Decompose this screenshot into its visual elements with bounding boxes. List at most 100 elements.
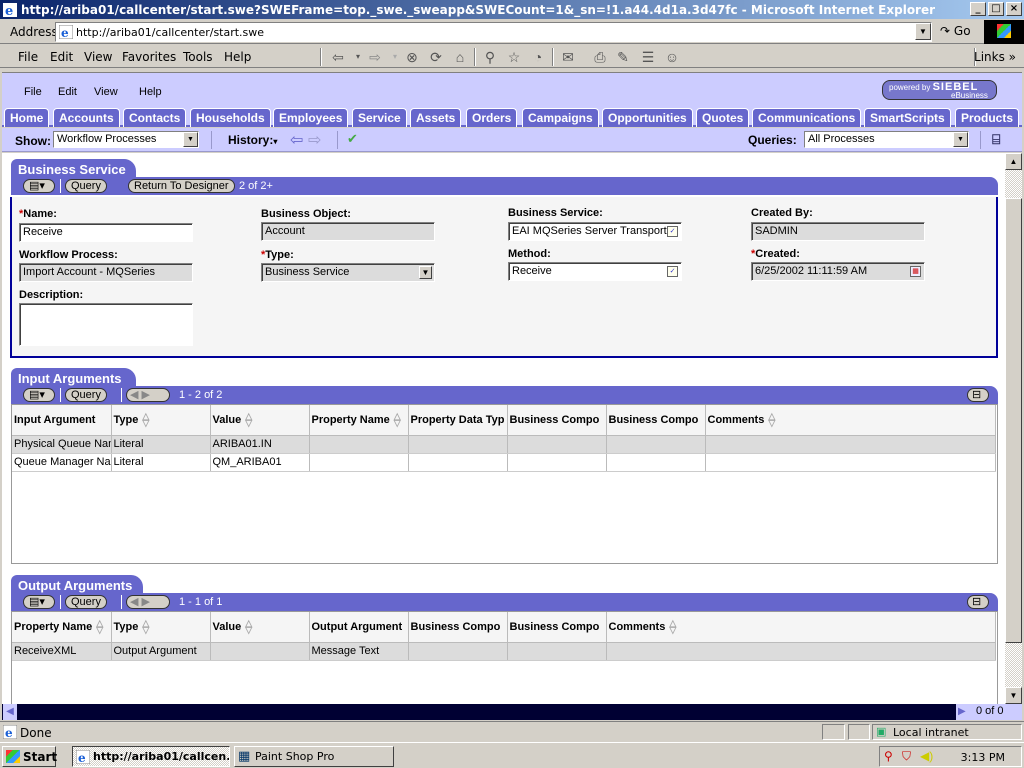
maximize-button[interactable]: □ (988, 2, 1004, 16)
task-ie[interactable]: e http://ariba01/callcen... (72, 746, 230, 767)
ie-menu-help[interactable]: Help (224, 50, 251, 64)
history-button[interactable]: History:▾ (228, 133, 277, 147)
table-cell[interactable] (705, 453, 996, 472)
sort-icon[interactable]: △ ▽ (768, 411, 775, 427)
column-header[interactable]: Property Name △ ▽ (309, 405, 409, 436)
siebel-menu-file[interactable]: File (24, 86, 42, 98)
refresh-icon[interactable]: ⟳ (428, 49, 444, 65)
tab-products[interactable]: Products (955, 108, 1020, 127)
sort-icon[interactable]: △ ▽ (669, 618, 676, 634)
messenger-icon[interactable]: ☺ (664, 49, 680, 65)
column-header[interactable]: Property Data Typ (408, 405, 508, 436)
search-tray-icon[interactable]: ⚲ (884, 749, 893, 763)
table-cell[interactable]: QM_ARIBA01 (210, 453, 310, 472)
pick-list-icon[interactable]: ✓ (667, 266, 678, 277)
table-cell[interactable] (408, 453, 508, 472)
table-cell[interactable] (309, 453, 409, 472)
table-row[interactable]: ReceiveXML Output Argument Message Text (12, 642, 996, 661)
start-button[interactable]: Start (2, 746, 57, 767)
column-header[interactable]: Value △ ▽ (210, 612, 310, 643)
favorites-icon[interactable]: ☆ (506, 49, 522, 65)
table-cell[interactable] (408, 435, 508, 454)
print-icon[interactable]: ⎙ (592, 49, 608, 65)
previous-icon[interactable]: ◀ (130, 389, 138, 401)
pick-list-icon[interactable]: ✓ (667, 226, 678, 237)
stop-icon[interactable]: ⊗ (404, 49, 420, 65)
queries-select[interactable]: All Processes ▼ (804, 131, 969, 148)
search-icon[interactable]: ⚲ (482, 49, 498, 65)
table-cell[interactable]: Literal (111, 453, 211, 472)
table-cell[interactable] (507, 453, 607, 472)
tab-service[interactable]: Service (352, 108, 407, 127)
tab-quotes[interactable]: Quotes (696, 108, 750, 127)
column-header[interactable]: Business Compo (507, 612, 607, 643)
query-button[interactable]: Query (65, 595, 107, 609)
method-field[interactable]: Receive ✓ (508, 262, 682, 281)
sort-icon[interactable]: △ ▽ (142, 618, 149, 634)
tab-campaigns[interactable]: Campaigns (522, 108, 599, 127)
table-cell[interactable] (606, 435, 706, 454)
previous-icon[interactable]: ◀ (130, 596, 138, 608)
siebel-menu-edit[interactable]: Edit (58, 86, 77, 98)
tab-opportunities[interactable]: Opportunities (602, 108, 693, 127)
forward-icon[interactable]: ⇨ (367, 49, 383, 65)
mail-icon[interactable]: ✉ (560, 49, 576, 65)
close-button[interactable]: × (1006, 2, 1022, 16)
tab-assets[interactable]: Assets (410, 108, 462, 127)
scroll-up-button[interactable]: ▲ (1005, 153, 1022, 170)
scroll-left-icon[interactable]: ◀ (3, 704, 17, 720)
address-input[interactable]: e http://ariba01/callcenter/start.swe (55, 22, 932, 42)
tab-employees[interactable]: Employees (273, 108, 349, 127)
table-cell[interactable]: ARIBA01.IN (210, 435, 310, 454)
links-button[interactable]: Links » (974, 50, 1016, 64)
sort-icon[interactable]: △ ▽ (245, 618, 252, 634)
column-header[interactable]: Input Argument (12, 405, 112, 436)
business-service-field[interactable]: EAI MQSeries Server Transport ✓ (508, 222, 682, 241)
column-header[interactable]: Comments △ ▽ (606, 612, 996, 643)
created-field[interactable]: 6/25/2002 11:11:59 AM ▦ (751, 262, 925, 281)
tab-communications[interactable]: Communications (752, 108, 862, 127)
query-button[interactable]: Query (65, 388, 107, 402)
table-cell[interactable] (309, 435, 409, 454)
back-dropdown-icon[interactable]: ▾ (350, 49, 366, 65)
ie-menu-tools[interactable]: Tools (183, 50, 213, 64)
scroll-thumb[interactable] (1005, 198, 1022, 643)
table-cell[interactable]: Output Argument (111, 642, 211, 661)
ie-menu-file[interactable]: File (18, 50, 38, 64)
table-cell[interactable]: Physical Queue Nam (12, 435, 112, 454)
siebel-menu-view[interactable]: View (94, 86, 118, 98)
workflow-process-field[interactable]: Import Account - MQSeries (19, 263, 193, 282)
column-header[interactable]: Output Argument (309, 612, 409, 643)
antivirus-icon[interactable]: ⛉ (902, 749, 911, 764)
menu-button[interactable]: ▤▾ (23, 388, 55, 402)
form-layout-icon[interactable]: ⊟ (967, 595, 989, 609)
tab-accounts[interactable]: Accounts (53, 108, 120, 127)
table-cell[interactable] (705, 435, 996, 454)
description-field[interactable] (19, 303, 193, 346)
column-header[interactable]: Comments △ ▽ (705, 405, 996, 436)
chevron-down-icon[interactable]: ▼ (419, 266, 432, 279)
chevron-down-icon[interactable]: ▼ (953, 132, 968, 147)
sort-icon[interactable]: △ ▽ (394, 411, 401, 427)
home-icon[interactable]: ⌂ (452, 49, 468, 65)
tab-contacts[interactable]: Contacts (123, 108, 187, 127)
table-row[interactable]: Physical Queue Nam Literal ARIBA01.IN (12, 435, 996, 454)
tab-orders[interactable]: Orders (466, 108, 518, 127)
table-cell[interactable] (507, 435, 607, 454)
menu-button[interactable]: ▤▾ (23, 595, 55, 609)
ie-menu-favorites[interactable]: Favorites (122, 50, 176, 64)
next-icon[interactable]: ▶ (142, 389, 150, 401)
created-by-field[interactable]: SADMIN (751, 222, 925, 241)
table-cell[interactable] (408, 642, 508, 661)
table-cell[interactable] (606, 642, 996, 661)
address-dropdown-button[interactable]: ▼ (915, 23, 931, 40)
go-button[interactable]: ↷ Go (940, 24, 971, 38)
table-cell[interactable]: Message Text (309, 642, 409, 661)
minimize-button[interactable]: _ (970, 2, 986, 16)
column-header[interactable]: Type △ ▽ (111, 405, 211, 436)
table-cell[interactable] (606, 453, 706, 472)
edit-icon[interactable]: ✎ (615, 49, 631, 65)
column-header[interactable]: Value △ ▽ (210, 405, 310, 436)
table-row[interactable]: Queue Manager Nar Literal QM_ARIBA01 (12, 453, 996, 472)
sort-icon[interactable]: △ ▽ (245, 411, 252, 427)
